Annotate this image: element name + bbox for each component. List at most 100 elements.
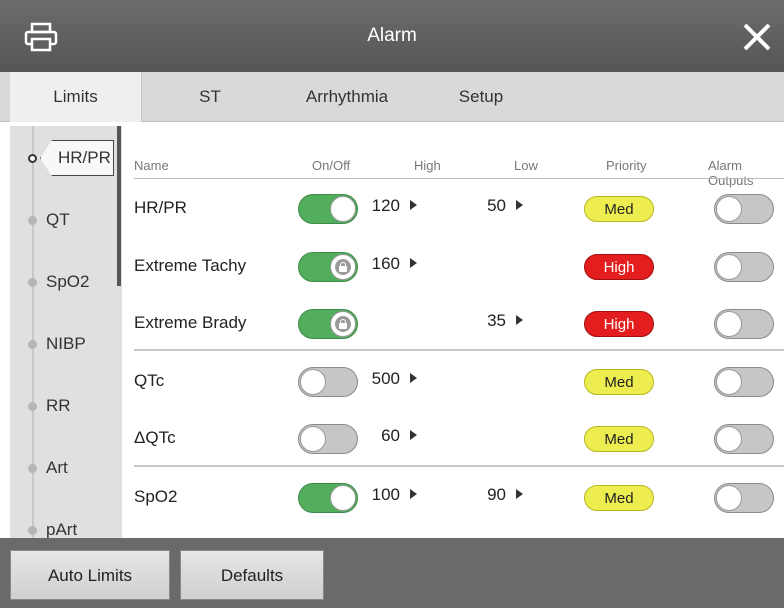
close-icon — [743, 23, 771, 51]
nav-dot — [28, 340, 37, 349]
nav-item-spo2[interactable]: SpO2 — [10, 260, 116, 304]
high-value: 160 — [371, 254, 400, 273]
column-header-onoff: On/Off — [312, 158, 351, 173]
low-limit[interactable]: 35 — [466, 311, 523, 331]
toggle-knob — [716, 485, 742, 511]
onoff-toggle[interactable] — [298, 194, 358, 224]
tab-bar: Limits ST Arrhythmia Setup — [0, 72, 784, 122]
nav-item-qt[interactable]: QT — [10, 198, 116, 242]
column-header-high: High — [414, 158, 441, 173]
title-bar: Alarm — [0, 0, 784, 72]
nav-item-label: pArt — [46, 520, 78, 538]
footer-bar: Auto Limits Defaults — [0, 538, 784, 608]
row-name: Extreme Brady — [134, 313, 247, 332]
alarm-output-toggle[interactable] — [714, 483, 774, 513]
auto-limits-button[interactable]: Auto Limits — [10, 550, 170, 600]
priority-badge[interactable]: Med — [584, 485, 654, 511]
group-divider — [134, 465, 784, 467]
triangle-right-icon — [410, 489, 417, 499]
column-header-low: Low — [514, 158, 538, 173]
group-divider — [134, 349, 784, 351]
header-divider — [134, 178, 784, 179]
row-name: QTc — [134, 371, 165, 390]
alarm-output-toggle[interactable] — [714, 194, 774, 224]
low-limit[interactable]: 50 — [466, 196, 523, 216]
defaults-button[interactable]: Defaults — [180, 550, 324, 600]
table-row: SpO2 100 90 Med — [124, 471, 784, 527]
low-value: 90 — [487, 485, 506, 504]
high-limit[interactable]: 160 — [360, 254, 417, 274]
nav-item-label: SpO2 — [46, 272, 90, 291]
toggle-knob — [716, 369, 742, 395]
nav-dot — [28, 216, 37, 225]
low-limit[interactable]: 90 — [466, 485, 523, 505]
high-value: 500 — [371, 369, 400, 388]
row-name: SpO2 — [134, 487, 178, 506]
nav-item-part[interactable]: pArt — [10, 508, 116, 538]
high-value: 120 — [371, 196, 400, 215]
triangle-right-icon — [410, 200, 417, 210]
nav-dot — [28, 402, 37, 411]
parameter-nav: HR/PR QT SpO2 NIBP RR Art pArt — [10, 126, 122, 538]
tab-arrhythmia[interactable]: Arrhythmia — [282, 72, 412, 122]
nav-item-rr[interactable]: RR — [10, 384, 116, 428]
nav-dot — [28, 526, 37, 535]
toggle-knob — [300, 426, 326, 452]
window-title: Alarm — [367, 25, 417, 46]
priority-badge[interactable]: Med — [584, 426, 654, 452]
nav-item-label: RR — [46, 396, 71, 415]
toggle-knob — [300, 369, 326, 395]
nav-scrollbar[interactable] — [117, 126, 121, 286]
priority-badge[interactable]: Med — [584, 196, 654, 222]
alarm-output-toggle[interactable] — [714, 424, 774, 454]
tab-st[interactable]: ST — [160, 72, 260, 122]
onoff-toggle[interactable] — [298, 424, 358, 454]
onoff-toggle[interactable] — [298, 309, 358, 339]
toggle-knob — [716, 196, 742, 222]
toggle-knob — [330, 196, 356, 222]
triangle-right-icon — [410, 430, 417, 440]
table-row: Extreme Tachy 160 High — [124, 240, 784, 296]
alarm-output-toggle[interactable] — [714, 309, 774, 339]
toggle-knob — [716, 311, 742, 337]
triangle-right-icon — [516, 200, 523, 210]
table-row: QTc 500 Med — [124, 355, 784, 411]
nav-item-label: HR/PR — [58, 148, 111, 167]
print-button[interactable] — [24, 22, 58, 52]
nav-item-label: Art — [46, 458, 68, 477]
priority-badge[interactable]: Med — [584, 369, 654, 395]
nav-dot — [28, 154, 37, 163]
nav-item-label: NIBP — [46, 334, 86, 353]
onoff-toggle[interactable] — [298, 483, 358, 513]
high-limit[interactable]: 120 — [360, 196, 417, 216]
alarm-output-toggle[interactable] — [714, 252, 774, 282]
nav-item-art[interactable]: Art — [10, 446, 116, 490]
row-name: ΔQTc — [134, 428, 176, 447]
nav-dot — [28, 278, 37, 287]
onoff-toggle[interactable] — [298, 367, 358, 397]
triangle-right-icon — [410, 258, 417, 268]
low-value: 50 — [487, 196, 506, 215]
high-limit[interactable]: 500 — [360, 369, 417, 389]
nav-item-nibp[interactable]: NIBP — [10, 322, 116, 366]
high-value: 100 — [371, 485, 400, 504]
priority-badge[interactable]: High — [584, 311, 654, 337]
triangle-right-icon — [410, 373, 417, 383]
high-value: 60 — [381, 426, 400, 445]
row-name: HR/PR — [134, 198, 187, 217]
table-row: HR/PR 120 50 Med — [124, 182, 784, 238]
triangle-right-icon — [516, 315, 523, 325]
high-limit[interactable]: 60 — [360, 426, 417, 446]
nav-item-hr-pr[interactable]: HR/PR — [10, 136, 116, 180]
close-button[interactable] — [740, 20, 774, 54]
column-header-priority: Priority — [606, 158, 647, 173]
high-limit[interactable]: 100 — [360, 485, 417, 505]
nav-item-label: QT — [46, 210, 70, 229]
alarm-output-toggle[interactable] — [714, 367, 774, 397]
tab-limits[interactable]: Limits — [10, 72, 142, 122]
column-header-name: Name — [134, 158, 169, 173]
nav-dot — [28, 464, 37, 473]
onoff-toggle[interactable] — [298, 252, 358, 282]
priority-badge[interactable]: High — [584, 254, 654, 280]
tab-setup[interactable]: Setup — [436, 72, 526, 122]
